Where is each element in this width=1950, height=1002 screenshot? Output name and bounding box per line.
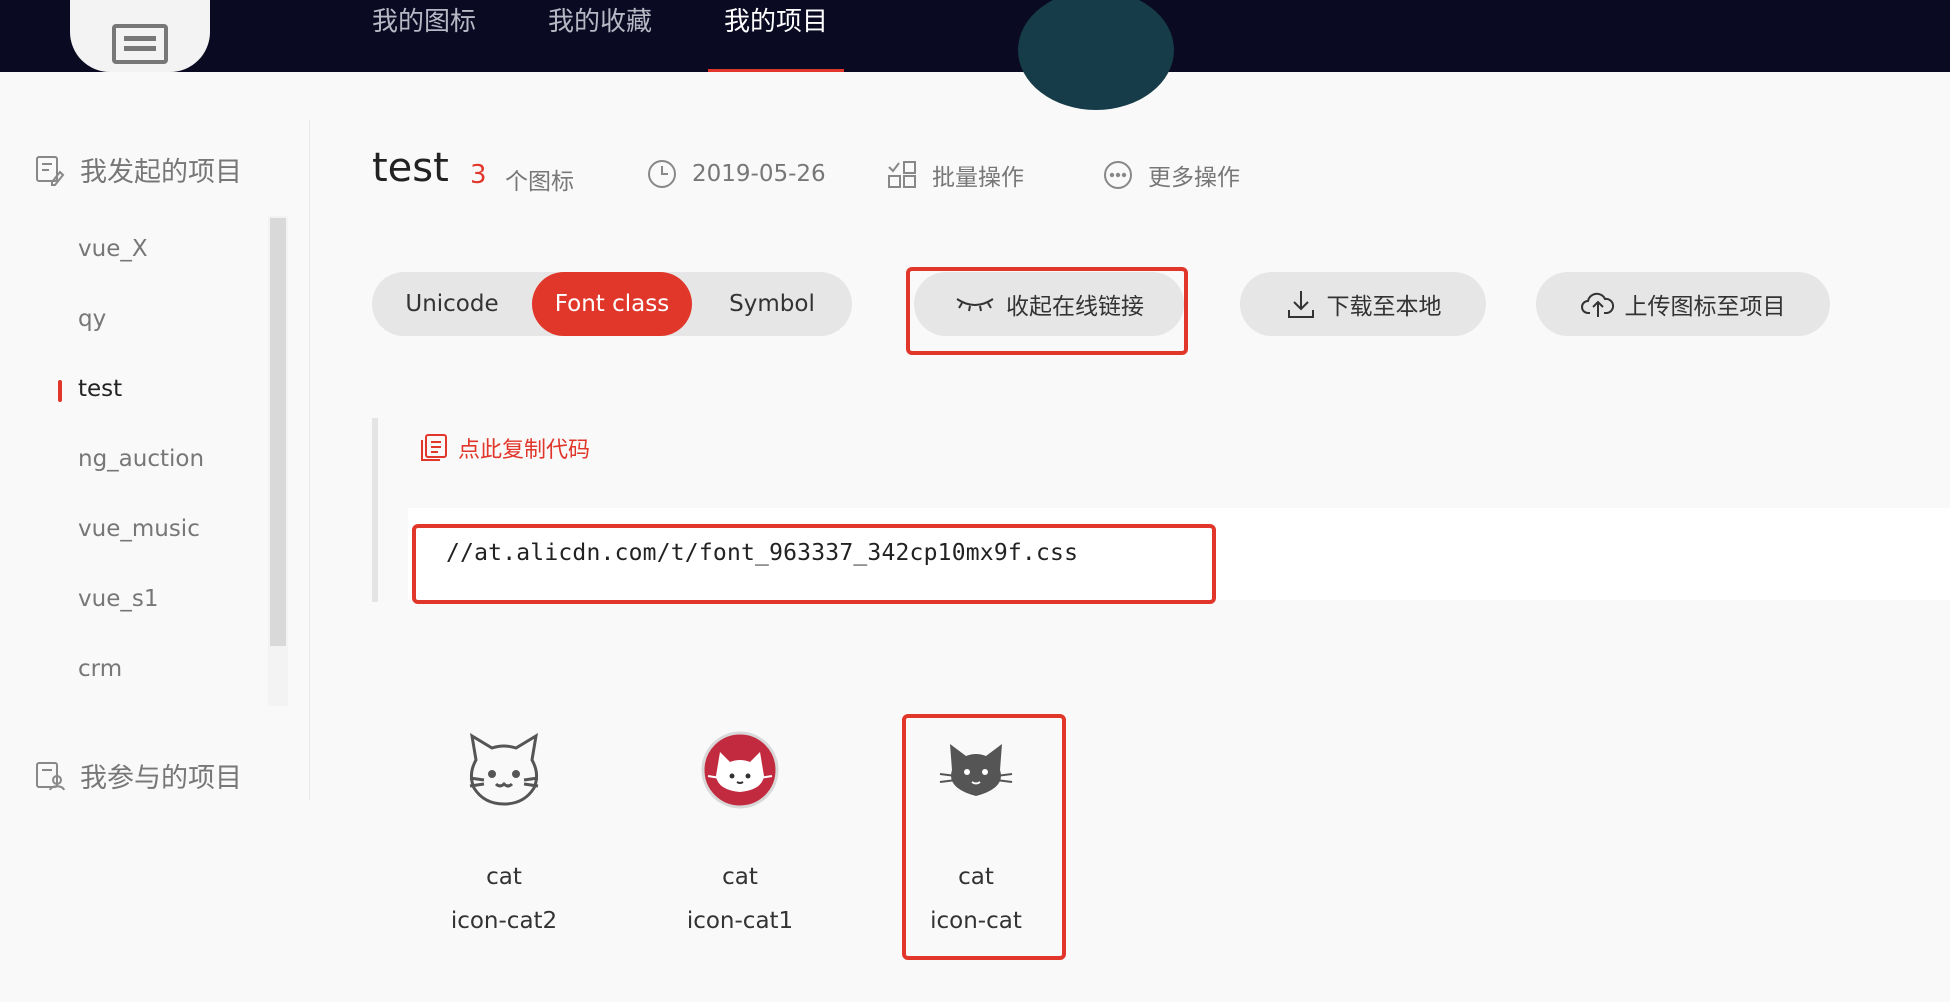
copy-code-button[interactable]: 点此复制代码 [418,432,590,464]
project-title: test [372,145,449,191]
highlight-box-icon [902,714,1066,960]
highlight-box-collapse [906,267,1188,355]
sidebar-item-qy[interactable]: qy [78,306,106,332]
nav-my-favorites[interactable]: 我的收藏 [548,0,652,72]
icon-name: cat [722,864,758,890]
sidebar-item-vue-x[interactable]: vue_X [78,236,148,262]
tab-symbol[interactable]: Symbol [692,272,852,336]
monitor-icon [112,24,168,64]
clock-icon [648,160,676,188]
tab-font-class[interactable]: Font class [532,272,692,336]
icon-card-cat2[interactable]: cat icon-cat2 [386,716,622,956]
icon-name: cat [486,864,522,890]
cloud-upload-icon [1580,292,1614,317]
download-icon [1287,291,1314,318]
user-doc-icon [36,761,65,790]
copy-code-label: 点此复制代码 [458,438,591,463]
my-projects-heading[interactable]: 我发起的项目 [34,150,242,189]
project-sidebar: 我发起的项目 vue_X qy test ng_auction vue_musi… [0,120,310,800]
cat-outline-icon [469,733,539,806]
download-button[interactable]: 下载至本地 [1240,272,1486,336]
sidebar-item-vue-s1[interactable]: vue_s1 [78,586,158,612]
sidebar-item-crm[interactable]: crm [78,656,122,682]
joined-projects-heading-label: 我参与的项目 [80,763,242,794]
nav-my-icons[interactable]: 我的图标 [372,0,476,72]
joined-projects-heading[interactable]: 我参与的项目 [34,756,242,795]
highlight-box-url [412,524,1216,604]
more-operations-label: 更多操作 [1148,165,1240,191]
format-tabs: Unicode Font class Symbol [372,272,852,336]
sidebar-scrollbar[interactable] [270,218,286,646]
main-nav: 我的图标 我的收藏 我的项目 [372,0,900,72]
top-navbar: 我的图标 我的收藏 我的项目 [0,0,1950,110]
icon-card-cat1[interactable]: cat icon-cat1 [622,716,858,956]
nav-my-projects[interactable]: 我的项目 [708,0,845,72]
download-label: 下载至本地 [1326,294,1442,320]
icon-class: icon-cat2 [450,908,558,934]
upload-button[interactable]: 上传图标至项目 [1536,272,1830,336]
cat-red-circle-icon [701,731,779,809]
mascot-logo[interactable] [70,0,210,72]
icon-count: 3 [470,160,487,190]
my-projects-heading-label: 我发起的项目 [80,157,242,188]
planet-decoration [1018,0,1174,110]
batch-operations-button[interactable]: 批量操作 [886,158,1024,192]
icon-count-label: 个图标 [505,169,574,195]
sidebar-item-ng-auction[interactable]: ng_auction [78,446,204,472]
copy-icon [421,434,447,461]
tab-unicode[interactable]: Unicode [372,272,532,336]
more-operations-button[interactable]: 更多操作 [1102,158,1240,192]
icon-class: icon-cat1 [686,908,794,934]
batch-operations-label: 批量操作 [932,165,1024,191]
grid-check-icon [888,161,916,188]
sidebar-item-test[interactable]: test [57,376,122,402]
edit-doc-icon [36,155,65,186]
more-circle-icon [1104,161,1132,189]
sidebar-item-vue-music[interactable]: vue_music [78,516,200,542]
project-date-text: 2019-05-26 [692,161,826,187]
upload-label: 上传图标至项目 [1624,294,1786,320]
project-date: 2019-05-26 [646,158,826,190]
